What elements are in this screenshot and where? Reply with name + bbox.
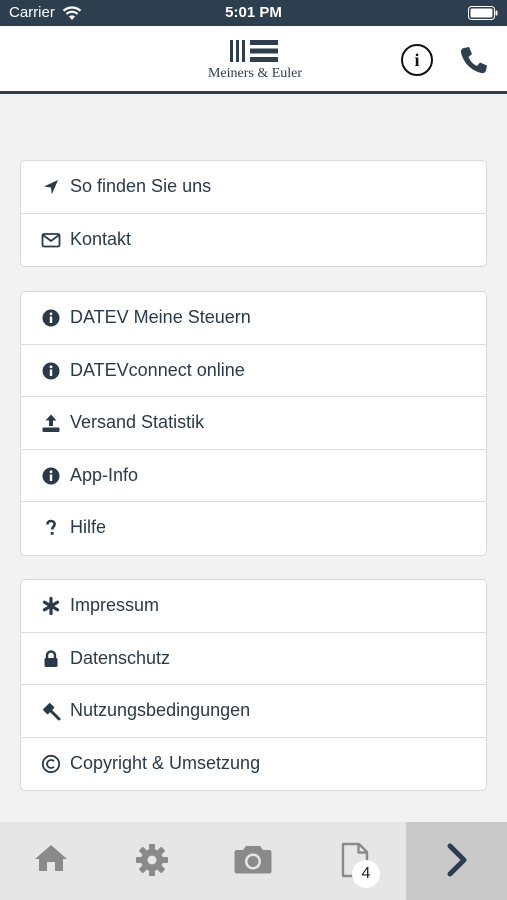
menu-group-legal: Impressum Datenschutz Nutzungsbedingunge… <box>20 579 487 791</box>
info-circle-icon <box>41 308 61 328</box>
document-count-badge: 4 <box>352 860 380 888</box>
menu-item-label: Hilfe <box>70 517 107 537</box>
gear-icon <box>135 844 168 876</box>
menu-item-versand-statistik[interactable]: Versand Statistik <box>21 397 486 450</box>
menu-item-so-finden-sie-uns[interactable]: So finden Sie uns <box>21 161 486 214</box>
menu-item-label: Datenschutz <box>70 647 171 668</box>
home-icon <box>34 845 67 871</box>
question-icon <box>41 518 61 538</box>
tab-home[interactable] <box>0 822 101 900</box>
camera-icon <box>234 846 271 874</box>
menu-item-kontakt[interactable]: Kontakt <box>21 214 486 267</box>
upload-icon <box>41 413 61 433</box>
info-button[interactable]: i <box>401 44 433 76</box>
tab-settings[interactable] <box>101 822 202 900</box>
menu-item-label: Impressum <box>70 595 160 615</box>
copyright-icon <box>41 754 61 774</box>
battery-icon <box>468 6 498 20</box>
asterisk-icon <box>41 596 61 616</box>
tab-next[interactable] <box>406 822 507 900</box>
info-circle-icon <box>41 361 61 381</box>
chevron-right-icon <box>447 843 466 877</box>
menu-item-label: DATEV Meine Steuern <box>70 307 251 327</box>
menu-group-contact: So finden Sie uns Kontakt <box>20 160 487 267</box>
menu-item-hilfe[interactable]: Hilfe <box>21 502 486 555</box>
info-icon: i <box>414 50 420 70</box>
status-time: 5:01 PM <box>225 4 282 21</box>
menu-item-label: App-Info <box>70 464 139 485</box>
menu-item-datev-meine-steuern[interactable]: DATEV Meine Steuern <box>21 292 486 345</box>
menu-item-impressum[interactable]: Impressum <box>21 580 486 633</box>
envelope-icon <box>41 230 61 250</box>
menu-item-label: So finden Sie uns <box>70 176 212 196</box>
gavel-icon <box>41 701 61 721</box>
app-header: Meiners & Euler i <box>0 26 507 94</box>
tab-documents[interactable] <box>304 822 405 900</box>
menu-item-app-info[interactable]: App-Info <box>21 450 486 502</box>
status-bar: Carrier 5:01 PM <box>0 0 507 26</box>
bottom-tab-bar <box>0 822 507 900</box>
menu-item-label: Nutzungsbedingungen <box>70 700 251 720</box>
menu-item-nutzungsbedingungen[interactable]: Nutzungsbedingungen <box>21 685 486 738</box>
menu-item-label: Kontakt <box>70 228 132 249</box>
menu-group-services: DATEV Meine Steuern DATEVconnect online … <box>20 291 487 556</box>
menu-item-datevconnect-online[interactable]: DATEVconnect online <box>21 345 486 397</box>
menu-item-label: Copyright & Umsetzung <box>70 752 261 773</box>
lock-icon <box>41 649 61 669</box>
logo-text: Meiners & Euler <box>207 66 303 81</box>
menu-item-copyright-umsetzung[interactable]: Copyright & Umsetzung <box>21 738 486 791</box>
menu-item-datenschutz[interactable]: Datenschutz <box>21 633 486 685</box>
tab-camera[interactable] <box>202 822 303 900</box>
logo-mark-icon <box>230 40 278 62</box>
phone-icon[interactable] <box>458 44 490 76</box>
company-logo[interactable]: Meiners & Euler <box>200 40 310 86</box>
menu-item-label: DATEVconnect online <box>70 359 245 380</box>
location-arrow-icon <box>41 177 61 197</box>
info-circle-icon <box>41 466 61 486</box>
menu-item-label: Versand Statistik <box>70 412 205 432</box>
